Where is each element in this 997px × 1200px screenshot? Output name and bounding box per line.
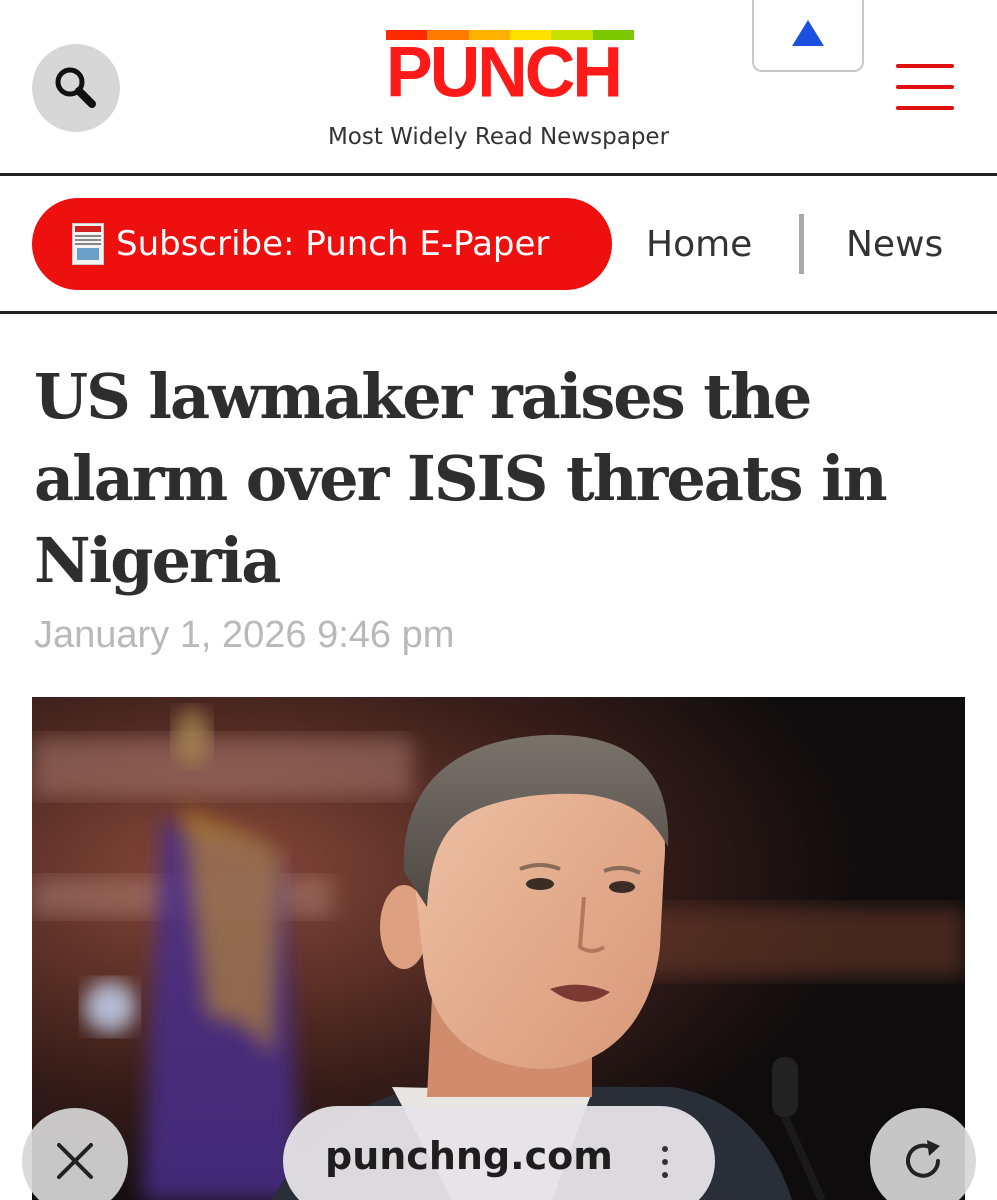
scroll-top-button[interactable] (752, 0, 864, 72)
nav-separator (799, 214, 804, 274)
article-date: January 1, 2026 9:46 pm (34, 614, 455, 656)
menu-button[interactable] (896, 64, 954, 112)
more-vertical-icon[interactable] (655, 1142, 675, 1182)
address-bar[interactable]: punchng.com (283, 1106, 715, 1200)
site-header: PUNCH Most Widely Read Newspaper (0, 0, 997, 176)
header-divider (0, 173, 997, 176)
logo-wordmark: PUNCH (386, 32, 623, 112)
reload-icon (906, 1140, 940, 1178)
nav-divider (0, 311, 997, 314)
subscribe-epaper-button[interactable]: Subscribe: Punch E-Paper (32, 198, 612, 290)
search-button[interactable] (32, 44, 120, 132)
site-tagline: Most Widely Read Newspaper (327, 124, 670, 150)
article-headline: US lawmaker raises the alarm over ISIS t… (34, 360, 888, 597)
subscribe-label: Subscribe: Punch E-Paper (116, 224, 550, 264)
url-text: punchng.com (325, 1134, 613, 1178)
nav-item-home[interactable]: Home (646, 224, 752, 265)
triangle-up-icon (792, 20, 824, 46)
search-icon (55, 67, 96, 108)
punch-logo[interactable]: PUNCH (386, 30, 636, 112)
nav-item-news[interactable]: News (846, 224, 943, 265)
epaper-thumbnail-icon (72, 223, 104, 265)
close-icon (57, 1143, 93, 1179)
